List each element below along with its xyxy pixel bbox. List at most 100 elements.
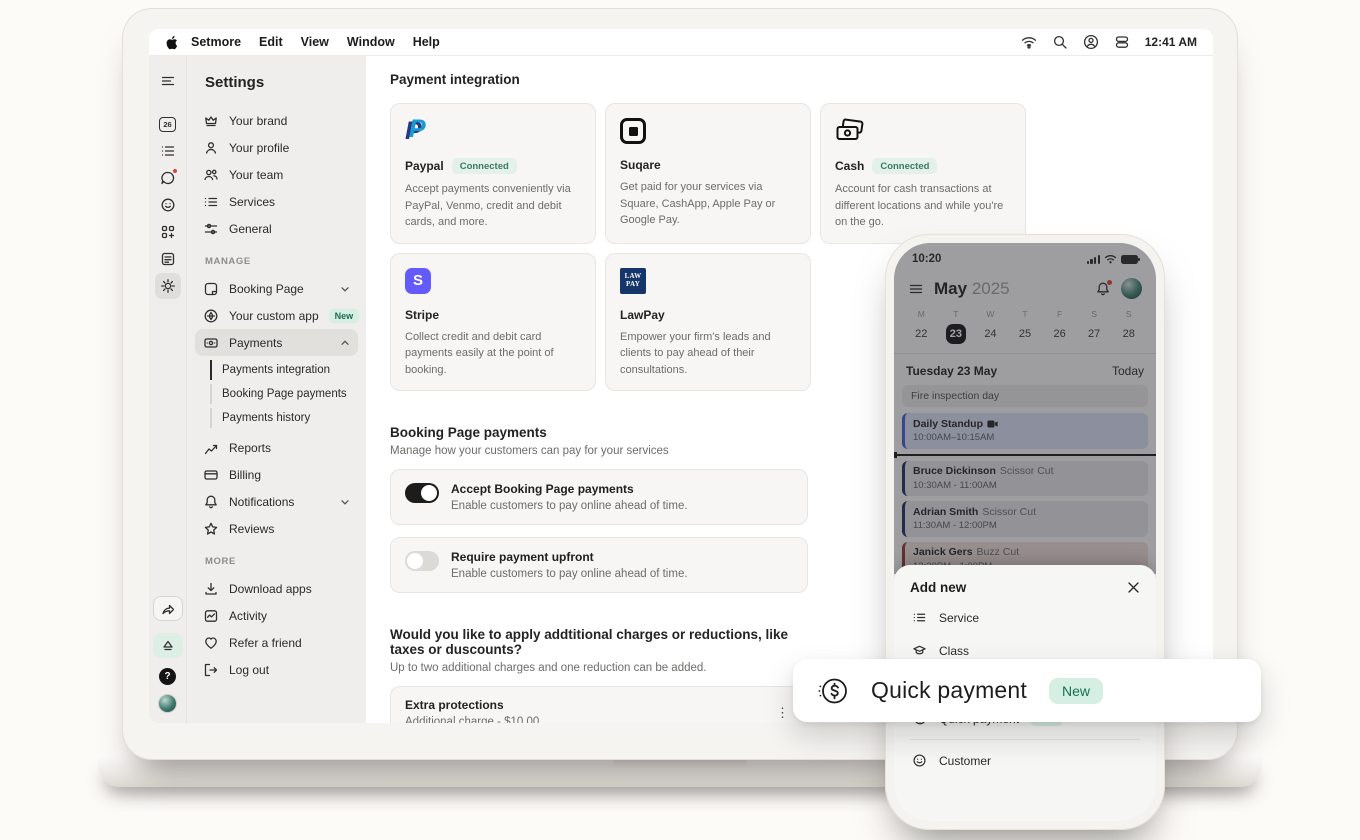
callout-label: Quick payment	[871, 677, 1027, 704]
menubar-item-view[interactable]: View	[292, 35, 338, 49]
sidebar-section-manage: MANAGE	[205, 256, 358, 267]
services-icon	[912, 610, 927, 625]
notification-dot	[172, 168, 178, 174]
search-icon[interactable]	[1052, 34, 1068, 50]
settings-gear-icon[interactable]	[155, 273, 181, 299]
coin-dollar-icon	[817, 675, 849, 707]
share-icon[interactable]	[153, 596, 183, 621]
graduation-cap-icon	[912, 643, 927, 658]
apps-plus-icon[interactable]	[155, 219, 181, 245]
card-stripe[interactable]: S Stripe Collect credit and debit card p…	[390, 253, 596, 392]
connected-badge: Connected	[872, 158, 937, 174]
sidebar-title: Settings	[205, 74, 358, 91]
card-cash[interactable]: CashConnected Account for cash transacti…	[820, 103, 1026, 244]
menu-hamburger-icon[interactable]	[155, 68, 181, 94]
charge-row-extra-protections: Extra protections Additional charge - $1…	[390, 686, 808, 723]
phone-screen: 10:20 May 2025 M22	[894, 243, 1156, 821]
sidebar-item-activity[interactable]: Activity	[195, 602, 358, 629]
sidebar-item-your-custom-app[interactable]: Your custom app New	[195, 302, 358, 329]
menubar-clock[interactable]: 12:41 AM	[1145, 35, 1197, 49]
sidebar-item-your-team[interactable]: Your team	[195, 161, 358, 188]
general-icon	[203, 221, 219, 237]
sidebar-section-more: MORE	[205, 556, 358, 567]
team-icon	[203, 167, 219, 183]
card-lawpay[interactable]: LAWPAY LawPay Empower your firm's leads …	[605, 253, 811, 392]
star-icon	[203, 521, 219, 537]
reports-icon	[203, 440, 219, 456]
sidebar-item-log-out[interactable]: Log out	[195, 656, 358, 683]
toggle-switch-on[interactable]	[405, 483, 439, 503]
notes-icon[interactable]	[155, 246, 181, 272]
payments-icon	[203, 335, 219, 351]
payments-submenu: Payments integration Booking Page paymen…	[210, 358, 358, 430]
activity-icon	[203, 608, 219, 624]
calendar-icon[interactable]: 26	[155, 111, 181, 137]
new-badge: New	[329, 309, 360, 323]
dim-overlay	[894, 243, 1156, 574]
sidebar-item-billing[interactable]: Billing	[195, 461, 358, 488]
sidebar-item-refer-a-friend[interactable]: Refer a friend	[195, 629, 358, 656]
stripe-logo: S	[405, 268, 431, 294]
close-icon[interactable]	[1127, 581, 1140, 594]
menubar-item-edit[interactable]: Edit	[250, 35, 292, 49]
calendar-view: 10:20 May 2025 M22	[894, 243, 1156, 821]
logout-icon	[203, 662, 219, 678]
user-avatar[interactable]	[158, 694, 177, 713]
billing-icon	[203, 467, 219, 483]
sidebar-item-general[interactable]: General	[195, 215, 358, 242]
subitem-payments-history[interactable]: Payments history	[210, 406, 358, 430]
sidebar-item-your-brand[interactable]: Your brand	[195, 107, 358, 134]
sidebar-item-payments[interactable]: Payments	[195, 329, 358, 356]
sheet-item-customer[interactable]: Customer	[894, 744, 1156, 777]
cash-logo	[835, 118, 865, 144]
chevron-up-icon	[340, 338, 350, 348]
subitem-payments-integration[interactable]: Payments integration	[210, 358, 358, 382]
chat-icon[interactable]	[155, 165, 181, 191]
menubar-item-help[interactable]: Help	[404, 35, 449, 49]
card-paypal[interactable]: PP PaypalConnected Accept payments conve…	[390, 103, 596, 244]
bell-icon	[203, 494, 219, 510]
customers-icon[interactable]	[155, 192, 181, 218]
phone-mockup: 10:20 May 2025 M22	[885, 234, 1165, 830]
new-badge: New	[1049, 678, 1103, 704]
download-icon	[203, 581, 219, 597]
subitem-booking-page-payments[interactable]: Booking Page payments	[210, 382, 358, 406]
sidebar-item-reviews[interactable]: Reviews	[195, 515, 358, 542]
booking-page-icon	[203, 281, 219, 297]
toggle-accept-booking-payments: Accept Booking Page payments Enable cust…	[390, 469, 808, 525]
toggle-switch-off[interactable]	[405, 551, 439, 571]
account-icon[interactable]	[1083, 34, 1099, 50]
settings-sidebar: Settings Your brand Your profile Your te…	[187, 56, 366, 723]
sidebar-item-booking-page[interactable]: Booking Page	[195, 275, 358, 302]
card-square[interactable]: Suqare Get paid for your services via Sq…	[605, 103, 811, 244]
app-icon-rail: 26 ?	[149, 56, 187, 723]
sidebar-item-reports[interactable]: Reports	[195, 434, 358, 461]
help-icon[interactable]: ?	[159, 668, 176, 685]
chevron-down-icon	[340, 497, 350, 507]
connected-badge: Connected	[452, 158, 517, 174]
wifi-icon[interactable]	[1021, 34, 1037, 50]
charges-heading: Would you like to apply addtitional char…	[390, 627, 820, 657]
sidebar-item-download-apps[interactable]: Download apps	[195, 575, 358, 602]
sidebar-item-notifications[interactable]: Notifications	[195, 488, 358, 515]
sidebar-item-your-profile[interactable]: Your profile	[195, 134, 358, 161]
quick-payment-callout[interactable]: Quick payment New	[793, 659, 1261, 722]
custom-app-icon	[203, 308, 219, 324]
heart-icon	[203, 635, 219, 651]
sidebar-item-services[interactable]: Services	[195, 188, 358, 215]
lawpay-logo: LAWPAY	[620, 268, 646, 294]
toggle-require-payment-upfront: Require payment upfront Enable customers…	[390, 537, 808, 593]
list-icon[interactable]	[155, 138, 181, 164]
control-center-icon[interactable]	[1114, 34, 1130, 50]
apple-icon[interactable]	[165, 35, 178, 50]
sheet-item-service[interactable]: Service	[894, 601, 1156, 634]
menubar-item-window[interactable]: Window	[338, 35, 404, 49]
profile-icon	[203, 140, 219, 156]
chevron-down-icon	[340, 284, 350, 294]
kebab-menu-icon[interactable]: ⋮	[772, 705, 793, 721]
page-title: Payment integration	[390, 72, 1213, 87]
customer-smiley-icon	[912, 753, 927, 768]
macos-menubar: Setmore Edit View Window Help 12:41 AM	[149, 29, 1213, 56]
menubar-app-name[interactable]: Setmore	[182, 35, 250, 49]
upgrade-icon[interactable]	[153, 633, 183, 658]
